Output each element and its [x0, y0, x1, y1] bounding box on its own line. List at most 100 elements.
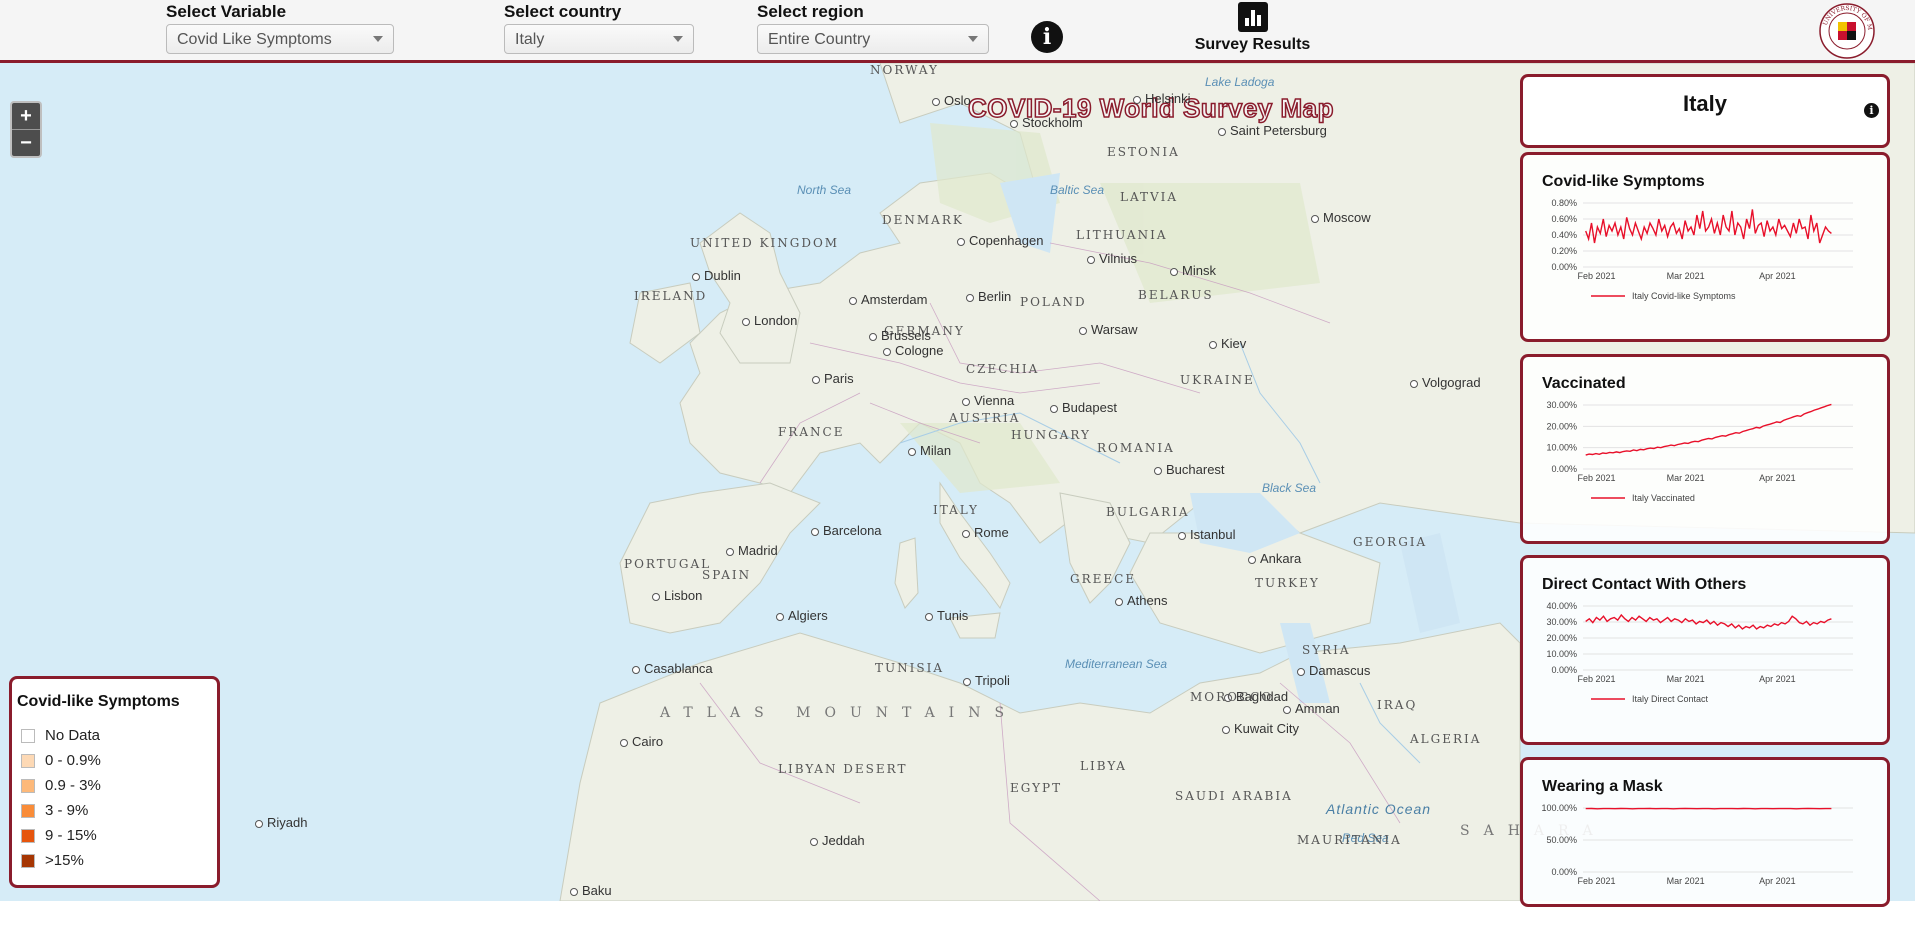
map-label-lake-ladoga: Lake Ladoga — [1205, 75, 1274, 89]
map-label-oslo: Oslo — [932, 93, 971, 108]
y-tick-label: 30.00% — [1546, 400, 1577, 410]
y-tick-label: 10.00% — [1546, 649, 1577, 659]
y-tick-label: 30.00% — [1546, 617, 1577, 627]
map-label-baku: Baku — [570, 883, 612, 898]
survey-results-button[interactable]: Survey Results — [1190, 2, 1315, 54]
map-label-ireland: IRELAND — [634, 289, 707, 303]
map-label-italy: ITALY — [933, 503, 979, 517]
map-label-libya: LIBYA — [1080, 759, 1127, 773]
series-legend-label: Italy Covid-like Symptoms — [1632, 291, 1736, 301]
map-label-poland: POLAND — [1020, 295, 1087, 309]
legend-swatch — [21, 804, 35, 818]
map-label-mauritania: MAURITANIA — [1297, 833, 1402, 847]
map-label-bucharest: Bucharest — [1154, 462, 1225, 477]
map-label-algeria: ALGERIA — [1410, 732, 1481, 746]
map-label-norway: NORWAY — [870, 63, 939, 77]
chevron-down-icon — [968, 36, 978, 42]
country-select[interactable]: Italy — [504, 24, 694, 54]
legend-swatch — [21, 829, 35, 843]
variable-select[interactable]: Covid Like Symptoms — [166, 24, 394, 54]
variable-select-label: Select Variable — [166, 2, 394, 22]
legend-items: No Data0 - 0.9%0.9 - 3%3 - 9%9 - 15%>15% — [17, 723, 217, 873]
line-chart: 0.00%0.20%0.40%0.60%0.80%Feb 2021Mar 202… — [1523, 195, 1887, 335]
survey-results-label: Survey Results — [1190, 36, 1315, 54]
chart-title: Wearing a Mask — [1542, 778, 1887, 796]
y-tick-label: 0.00% — [1551, 665, 1577, 675]
x-tick-label: Mar 2021 — [1667, 271, 1705, 281]
legend-swatch — [21, 729, 35, 743]
line-chart: 0.00%10.00%20.00%30.00%Feb 2021Mar 2021A… — [1523, 397, 1887, 537]
map-label-london: London — [742, 313, 797, 328]
legend-item: 9 - 15% — [17, 823, 217, 848]
map-label-georgia: GEORGIA — [1353, 535, 1427, 549]
chart-title: Vaccinated — [1542, 375, 1887, 393]
region-select[interactable]: Entire Country — [757, 24, 989, 54]
chart-panel: Covid-like Symptoms0.00%0.20%0.40%0.60%0… — [1520, 152, 1890, 342]
y-tick-label: 20.00% — [1546, 633, 1577, 643]
map-label-jeddah: Jeddah — [810, 833, 865, 848]
map-label-amsterdam: Amsterdam — [849, 292, 927, 307]
map-label-casablanca: Casablanca — [632, 661, 713, 676]
map-label-ankara: Ankara — [1248, 551, 1301, 566]
map-label-kiev: Kiev — [1209, 336, 1246, 351]
x-tick-label: Apr 2021 — [1759, 271, 1796, 281]
map-label-moscow: Moscow — [1311, 210, 1371, 225]
map-label-austria: AUSTRIA — [949, 411, 1020, 425]
info-icon[interactable]: i — [1864, 103, 1879, 118]
zoom-in-button[interactable]: + — [12, 103, 40, 129]
series-legend-label: Italy Vaccinated — [1632, 493, 1695, 503]
map-label-greece: GREECE — [1070, 572, 1136, 586]
x-tick-label: Feb 2021 — [1577, 876, 1615, 886]
series-legend-label: Italy Direct Contact — [1632, 694, 1709, 704]
zoom-out-button[interactable]: − — [12, 129, 40, 156]
map-label-turkey: TURKEY — [1255, 576, 1320, 590]
map-label-volgograd: Volgograd — [1410, 375, 1481, 390]
chart-title: Covid-like Symptoms — [1542, 173, 1887, 191]
map-label-north-sea: North Sea — [797, 183, 851, 197]
map-label-athens: Athens — [1115, 593, 1167, 608]
country-name: Italy — [1523, 91, 1887, 117]
y-tick-label: 40.00% — [1546, 601, 1577, 611]
chevron-down-icon — [673, 36, 683, 42]
legend-label: 3 - 9% — [45, 802, 88, 819]
legend: Covid-like Symptoms No Data0 - 0.9%0.9 -… — [9, 676, 220, 888]
info-icon[interactable]: i — [1031, 21, 1063, 53]
map-label-libyan-desert: LIBYAN DESERT — [778, 762, 907, 776]
top-bar: Select Variable Covid Like Symptoms Sele… — [0, 0, 1915, 63]
legend-label: 0 - 0.9% — [45, 752, 101, 769]
x-tick-label: Feb 2021 — [1577, 271, 1615, 281]
chart-panel: Wearing a Mask0.00%50.00%100.00%Feb 2021… — [1520, 757, 1890, 907]
map-label-lisbon: Lisbon — [652, 588, 702, 603]
map-label-lithuania: LITHUANIA — [1076, 228, 1168, 242]
x-tick-label: Apr 2021 — [1759, 473, 1796, 483]
map-label-barcelona: Barcelona — [811, 523, 882, 538]
y-tick-label: 50.00% — [1546, 835, 1577, 845]
map-label-denmark: DENMARK — [882, 213, 964, 227]
map-label-latvia: LATVIA — [1120, 190, 1178, 204]
map-label-ukraine: UKRAINE — [1180, 373, 1255, 387]
chart-panel: Direct Contact With Others0.00%10.00%20.… — [1520, 555, 1890, 745]
map-label-copenhagen: Copenhagen — [957, 233, 1043, 248]
map-label-syria: SYRIA — [1302, 643, 1351, 657]
y-tick-label: 20.00% — [1546, 421, 1577, 431]
map-label-stockholm: Stockholm — [1010, 115, 1083, 130]
map-label-amman: Amman — [1283, 701, 1340, 716]
x-tick-label: Mar 2021 — [1667, 674, 1705, 684]
y-tick-label: 0.80% — [1551, 198, 1577, 208]
x-tick-label: Mar 2021 — [1667, 473, 1705, 483]
legend-label: >15% — [45, 852, 84, 869]
region-select-value: Entire Country — [768, 31, 870, 48]
map-label-vilnius: Vilnius — [1087, 251, 1137, 266]
chart-panel: Vaccinated0.00%10.00%20.00%30.00%Feb 202… — [1520, 354, 1890, 544]
country-select-value: Italy — [515, 31, 544, 48]
x-tick-label: Mar 2021 — [1667, 876, 1705, 886]
map-label-mediterranean-sea: Mediterranean Sea — [1065, 657, 1167, 671]
y-tick-label: 0.60% — [1551, 214, 1577, 224]
x-tick-label: Apr 2021 — [1759, 674, 1796, 684]
map-label-baltic-sea: Baltic Sea — [1050, 183, 1104, 197]
line-chart: 0.00%50.00%100.00%Feb 2021Mar 2021Apr 20… — [1523, 800, 1887, 940]
map-label-rome: Rome — [962, 525, 1009, 540]
legend-item: 0 - 0.9% — [17, 748, 217, 773]
x-tick-label: Apr 2021 — [1759, 876, 1796, 886]
region-select-group: Select region Entire Country — [757, 2, 989, 54]
